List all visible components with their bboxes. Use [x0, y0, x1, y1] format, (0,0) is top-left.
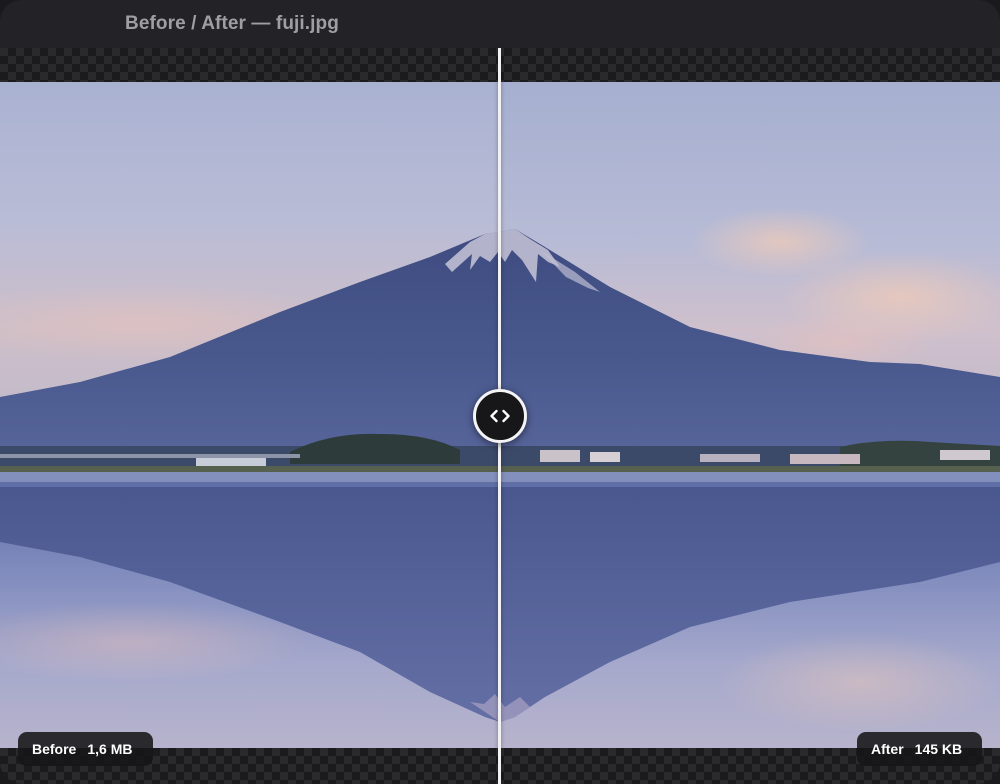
after-badge: After 145 KB — [857, 732, 982, 766]
chevron-left-right-icon — [490, 409, 510, 423]
before-badge: Before 1,6 MB — [18, 732, 153, 766]
comparison-window: Before / After — fuji.jpg Before 1,6 MB … — [0, 0, 1000, 784]
title-bar: Before / After — fuji.jpg — [0, 0, 1000, 48]
split-handle[interactable] — [473, 389, 527, 443]
before-label: Before — [32, 741, 77, 757]
before-file-size: 1,6 MB — [87, 741, 133, 757]
window-title: Before / After — fuji.jpg — [125, 13, 339, 34]
after-label: After — [871, 741, 904, 757]
after-file-size: 145 KB — [914, 741, 963, 757]
